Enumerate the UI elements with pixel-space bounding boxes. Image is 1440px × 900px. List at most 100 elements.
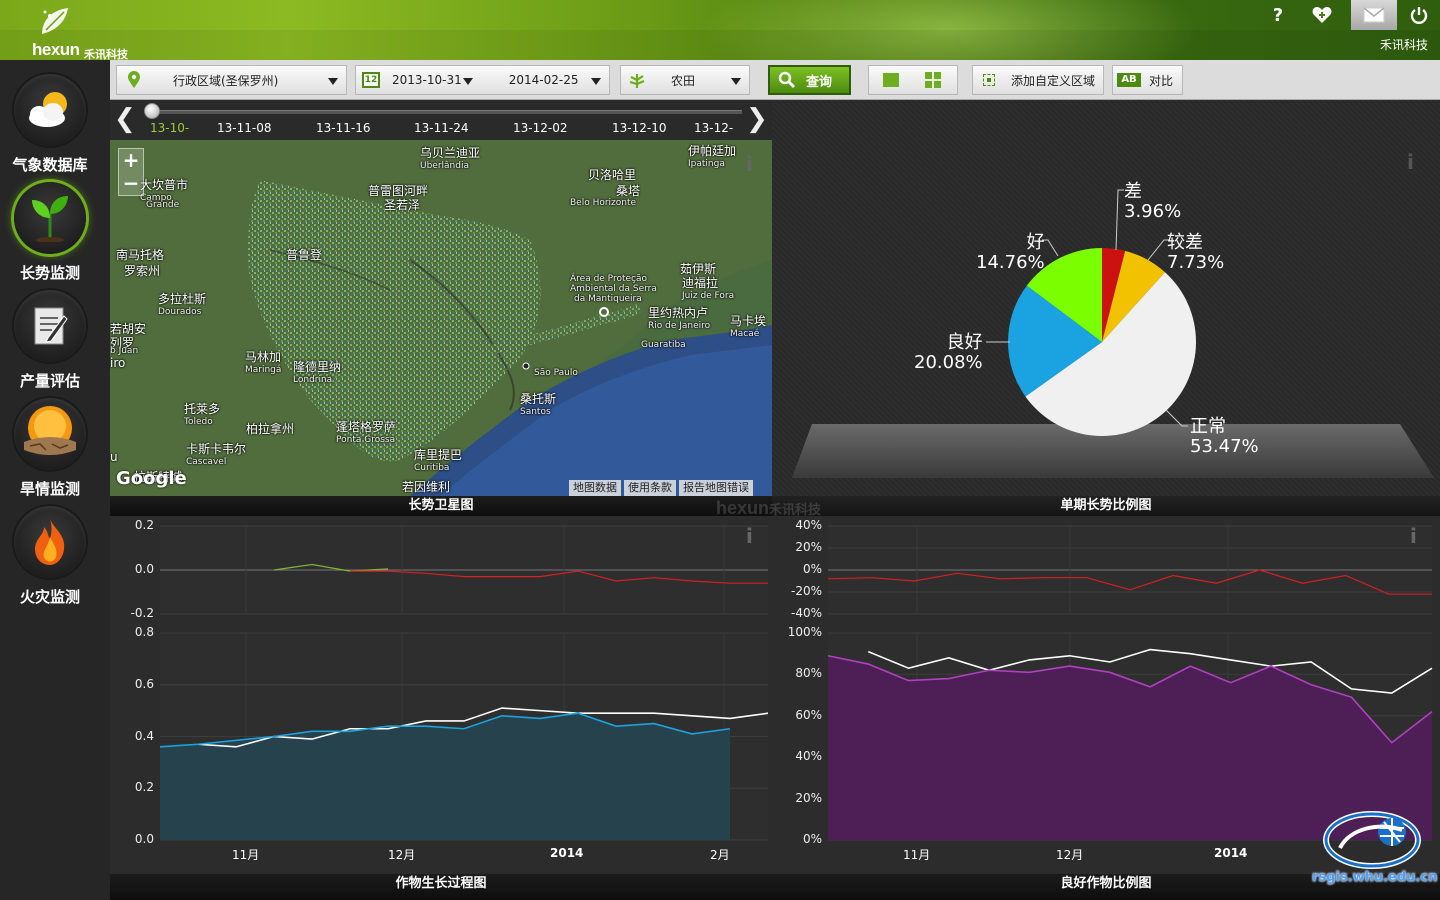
company-name: 禾讯科技 (1379, 38, 1428, 52)
map-place-label: Grande (146, 200, 180, 210)
sidebar-item-growth[interactable]: 长势监测 (0, 168, 110, 282)
map-place-label: 卡斯卡韦尔 Cascavel (186, 442, 247, 467)
timeline-track[interactable] (146, 110, 742, 114)
map-place-label: 蓬塔格罗萨 Ponta Grossa (336, 420, 397, 445)
map-place-label: 里约热内卢 Rio de Janeiro (648, 306, 711, 331)
info-icon[interactable]: i (746, 152, 753, 176)
heart-plus-icon (1312, 7, 1332, 23)
chevron-down-icon[interactable] (591, 78, 601, 85)
y-axis-tick-label: -20% (790, 584, 822, 598)
timeline-slider-handle[interactable] (144, 103, 160, 119)
map-place-label: 大坎普市 Campo (140, 178, 189, 203)
map-title: 长势卫星图 (110, 496, 772, 516)
logo: hexun 禾讯科技 (30, 4, 140, 60)
calendar-icon: 12 (362, 72, 380, 88)
add-custom-area-button[interactable]: 添加自定义区域 (972, 65, 1104, 95)
satellite-map[interactable]: 乌贝兰迪亚 Uberlândia 伊帕廷加 Ipatinga 大坎普市 Campo 贝洛哈里… (110, 140, 772, 496)
map-attribution: 地图数据 使用条款 报告地图错误 (569, 480, 756, 496)
pie-leader-line (1165, 409, 1188, 427)
timeline-date-label[interactable]: 13-11-24 (414, 121, 468, 135)
map-place-label: 马林加 Maringá (245, 350, 282, 375)
chevron-down-icon[interactable] (463, 78, 473, 85)
region-value: 行政区域(圣保罗州) (173, 73, 279, 88)
info-icon[interactable]: i (1407, 150, 1414, 174)
map-place-label: 罗索州 (124, 264, 161, 278)
sidebar-item-weather[interactable]: 气象数据库 (0, 60, 110, 174)
map-data-link[interactable]: 地图数据 (569, 480, 621, 496)
region-select[interactable]: 行政区域(圣保罗州) (116, 65, 347, 95)
zoom-out-icon[interactable]: − (119, 172, 143, 195)
pie-label: 良好 20.08% (914, 332, 983, 373)
timeline-date-label[interactable]: 13-11-16 (316, 121, 370, 135)
x-axis-tick-label: 11月 (232, 848, 260, 862)
sidebar-item-label: 火灾监测 (19, 588, 80, 606)
chevron-down-icon (731, 78, 741, 85)
pie-chart-panel: i 差 3.96% 较差 7.73% 正常 53.47% 良好 20.08% 好 14.76% (772, 100, 1440, 496)
date-end-value[interactable]: 2014-02-25 (509, 73, 579, 87)
growth-chart-panel: i 0.2 0.0 -0.2 0.8 0.6 0.4 0.2 0.0 11月 12月 2014 2月 (110, 516, 772, 874)
timeline-prev-icon[interactable]: ❮ (114, 104, 136, 134)
custom-area-label: 添加自定义区域 (1011, 73, 1096, 88)
view-mode-toggle[interactable] (868, 65, 958, 95)
info-icon[interactable]: i (746, 524, 753, 548)
crop-value: 农田 (671, 73, 696, 88)
timeline-date-label[interactable]: 13-12- (694, 121, 733, 135)
header: hexun 禾讯科技 ? 禾讯科技 (0, 0, 1440, 60)
compare-icon: AB (1117, 73, 1141, 87)
timeline-date-label[interactable]: 13-10- (150, 121, 189, 135)
sidebar-item-yield[interactable]: 产量评估 (0, 276, 110, 390)
sidebar-item-drought[interactable]: 旱情监测 (0, 384, 110, 498)
map-place-label: 桑托斯 Santos (520, 392, 557, 417)
info-icon[interactable]: i (1410, 524, 1417, 548)
drought-icon (24, 406, 76, 455)
zoom-in-icon[interactable]: + (119, 149, 143, 172)
logout-button[interactable] (1397, 0, 1440, 30)
query-button[interactable]: 查询 (768, 65, 851, 95)
compare-button[interactable]: AB 对比 (1112, 65, 1183, 95)
chevron-down-icon (328, 78, 338, 85)
timeline-next-icon[interactable]: ❯ (746, 104, 768, 134)
timeline-date-label[interactable]: 13-11-08 (217, 121, 271, 135)
report-icon (34, 307, 68, 345)
y-axis-tick-label: 20% (795, 790, 822, 805)
leaf-logo-icon (42, 8, 68, 34)
timeline-date-label[interactable]: 13-12-10 (612, 121, 666, 135)
help-button[interactable]: ? (1256, 0, 1300, 30)
map-place-label: da Mantiqueira (574, 294, 642, 304)
map-place-label: 库里提巴 Curitiba (414, 448, 463, 473)
report-error-link[interactable]: 报告地图错误 (679, 480, 753, 496)
map-place-label: 马卡埃 Macaé (730, 314, 767, 339)
brand-name-cn: 禾讯科技 (84, 48, 128, 60)
sidebar-item-fire[interactable]: 火灾监测 (0, 492, 110, 606)
y-axis-tick-label: 0% (802, 562, 822, 576)
x-axis-tick-label: 2014 (550, 846, 584, 860)
sprout-icon (32, 196, 68, 242)
terms-link[interactable]: 使用条款 (624, 480, 676, 496)
y-axis-tick-label: 0.4 (134, 728, 154, 743)
map-place-label: 普鲁登 (286, 248, 323, 262)
map-place-label: 迪福拉 Juiz de Fora (682, 276, 735, 301)
sidebar: 气象数据库 长势监测 产量评估 旱情监测 火灾监测 (0, 60, 110, 900)
growth-chart (159, 525, 769, 841)
single-view-icon[interactable] (883, 73, 899, 87)
y-axis-tick-label: 40% (795, 749, 822, 764)
map-place-label: 贝洛哈里 (588, 168, 637, 182)
compare-label: 对比 (1149, 73, 1174, 88)
map-zoom-control[interactable]: + − (118, 148, 144, 196)
date-range-select[interactable]: 12 2013-10-31 2014-02-25 (355, 65, 610, 95)
mail-button[interactable] (1351, 0, 1397, 30)
x-axis-tick-label: 2014 (1214, 846, 1248, 860)
weather-icon (29, 92, 67, 127)
y-axis-tick-label: 0.2 (134, 780, 154, 795)
crop-select[interactable]: 农田 (620, 65, 750, 95)
pie-label: 较差 7.73% (1167, 232, 1225, 273)
search-icon (778, 71, 796, 89)
timeline-date-label[interactable]: 13-12-02 (513, 121, 567, 135)
date-start-value[interactable]: 2013-10-31 (392, 73, 462, 87)
grid-view-icon[interactable] (925, 72, 941, 88)
favorite-button[interactable] (1300, 0, 1344, 30)
map-place-label: 托莱多 Toledo (184, 402, 221, 427)
map-place-label: 伊帕廷加 Ipatinga (688, 144, 737, 169)
map-place-label: 圣若泽 (384, 198, 421, 212)
x-axis-tick-label: 12月 (1056, 848, 1084, 862)
